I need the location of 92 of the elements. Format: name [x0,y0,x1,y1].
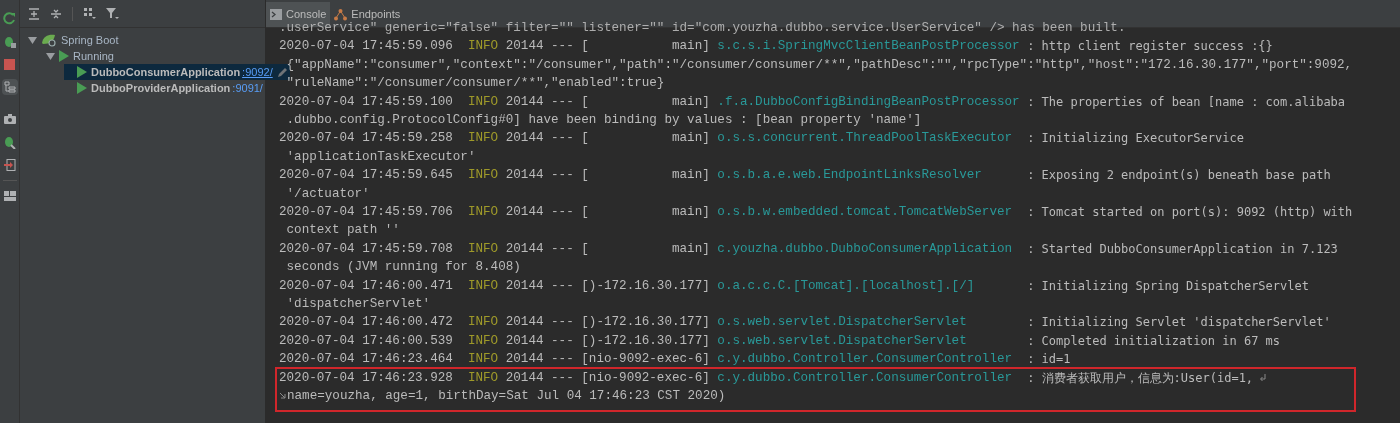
log-message: : Initializing Spring DispatcherServlet [1027,277,1309,295]
timestamp: 2020-07-04 17:45:59.706 [279,204,453,222]
run-icon [59,50,69,62]
timestamp: 2020-07-04 17:45:59.100 [279,93,453,111]
spring-leaf-icon [41,33,57,47]
port-link[interactable]: :9092/ [242,63,273,81]
log-level: INFO [467,240,499,258]
tree-label: Running [73,48,114,64]
timestamp: 2020-07-04 17:45:59.096 [279,38,453,56]
run-icon [77,66,87,78]
tree-item[interactable]: Running [46,48,116,64]
log-message: : Started DubboConsumerApplication in 7.123 [1027,240,1338,258]
timestamp: 2020-07-04 17:45:59.708 [279,240,453,258]
logger-name: c.y.dubbo.Controller.ConsumerController [717,352,1013,367]
expand-arrow-icon[interactable] [46,51,55,61]
log-continuation: 'applicationTaskExecutor' [286,148,476,166]
thread-info: 20144 --- [ main] [505,38,710,56]
console-icon [270,9,282,20]
tree-label: DubboProviderApplication [91,80,231,96]
thread-info: 20144 --- [ main] [505,204,710,222]
exit-icon[interactable] [1,157,18,173]
camera-icon[interactable] [1,111,18,127]
log-message: : Tomcat started on port(s): 9092 (http) with [1027,204,1353,222]
timestamp: 2020-07-04 17:46:00.539 [279,332,453,350]
logger-name: o.a.c.c.C.[Tomcat].[localhost].[/] [717,278,975,293]
logger-name: o.s.b.w.embedded.tomcat.TomcatWebServer [717,205,1013,220]
stop-icon[interactable] [1,56,18,72]
logger-name: .f.a.DubboConfigBindingBeanPostProcessor [717,94,1020,109]
timestamp: 2020-07-04 17:46:23.464 [279,351,453,369]
logger-name: o.s.s.concurrent.ThreadPoolTaskExecutor [717,131,1013,146]
log-continuation: name=youzha, age=1, birthDay=Sat Jul 04 17:46:23 CST 2020) [287,388,726,406]
log-continuation: 'dispatcherServlet' [286,296,431,314]
timestamp: 2020-07-04 17:46:00.471 [279,277,453,295]
thread-info: 20144 --- [)-172.16.30.177] [505,332,710,350]
timestamp: 2020-07-04 17:46:00.472 [279,314,453,332]
nodes-icon [334,8,348,21]
log-level: INFO [467,167,499,185]
group-icon[interactable] [83,7,96,20]
collapse-all-icon[interactable] [50,7,62,20]
log-level: INFO [467,332,499,350]
thread-info: 20144 --- [ main] [505,240,710,258]
logger-name: o.s.web.servlet.DispatcherServlet [717,333,967,348]
thread-info: 20144 --- [ main] [505,130,710,148]
logger-name: o.s.b.a.e.web.EndpointLinksResolver [717,168,982,183]
log-level: INFO [467,351,499,369]
log-level: INFO [467,204,499,222]
log-level: INFO [467,38,499,56]
log-continuation: '/actuator' [286,185,370,203]
thread-info: 20144 --- [)-172.16.30.177] [505,314,710,332]
log-message: : Completed initialization in 67 ms [1027,332,1281,350]
log-message: : Initializing Servlet 'dispatcherServlet' [1027,314,1331,332]
thread-info: 20144 --- [ main] [505,93,710,111]
logger-name: s.c.s.i.SpringMvcClientBeanPostProcessor [717,39,1020,54]
logger-name: c.youzha.dubbo.DubboConsumerApplication [717,241,1013,256]
rerun-icon[interactable] [1,10,18,26]
log-continuation: context path '' [286,222,400,240]
tree-item[interactable]: Spring Boot [28,32,121,48]
log-continuation: seconds (JVM running for 8.408) [286,259,521,277]
log-message: : Initializing ExecutorService [1027,130,1244,148]
tree-label: DubboConsumerApplication [91,64,241,80]
timestamp: 2020-07-04 17:45:59.258 [279,130,453,148]
filter-icon[interactable] [106,7,119,20]
log-level: INFO [467,93,499,111]
pencil-icon[interactable] [276,66,288,78]
thread-info: 20144 --- [nio-9092-exec-6] [505,369,710,387]
soft-wrap-icon [279,391,287,401]
layout-icon[interactable] [1,188,18,204]
log-message: : http client register success :{} [1027,38,1273,56]
log-message: : id=1 [1027,351,1071,369]
run-icon [77,82,87,94]
log-message: : The properties of bean [name : com.alibaba [1027,93,1346,111]
log-message: : Exposing 2 endpoint(s) beneath base path [1027,167,1331,185]
log-level: INFO [467,314,499,332]
log-level: INFO [467,130,499,148]
log-continuation: .dubbo.config.ProtocolConfig#0] have been binding by values : [bean property 'name'] [286,112,922,129]
timestamp: 2020-07-04 17:45:59.645 [279,167,453,185]
thread-info: 20144 --- [nio-9092-exec-6] [505,351,710,369]
tree-layout-icon[interactable] [1,79,18,95]
thread-info: 20144 --- [)-172.16.30.177] [505,277,710,295]
log-level: INFO [467,277,499,295]
tree-item[interactable]: DubboProviderApplication :9091/ [64,80,265,96]
port-link[interactable]: :9091/ [232,79,263,97]
log-level: INFO [467,369,499,387]
logger-name: c.y.dubbo.Controller.ConsumerController [717,370,1013,385]
tree-label: Spring Boot [61,32,119,48]
logger-name: o.s.web.servlet.DispatcherServlet [717,315,967,330]
expand-all-icon[interactable] [28,7,40,20]
log-message: : 消费者获取用户，信息为:User(id=1, [1027,369,1254,387]
thread-info: 20144 --- [ main] [505,167,710,185]
timestamp: 2020-07-04 17:46:23.928 [279,369,453,387]
expand-arrow-icon[interactable] [28,35,37,45]
soft-wrap-icon [1259,372,1268,383]
